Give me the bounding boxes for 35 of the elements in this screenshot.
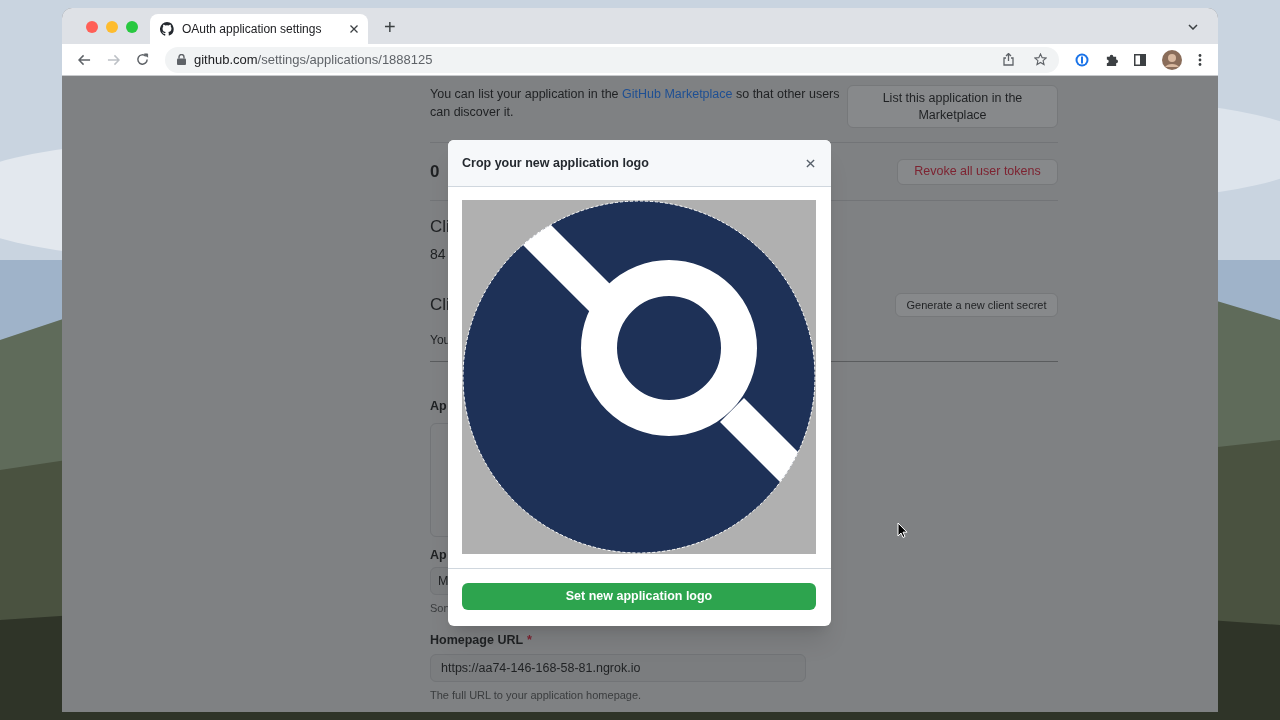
address-bar[interactable]: github.com/settings/applications/1888125: [165, 46, 1059, 73]
menu-icon[interactable]: [1198, 53, 1202, 66]
close-icon[interactable]: [806, 158, 815, 168]
homepage-hint: The full URL to your application homepage.: [430, 688, 643, 702]
name-label: Ap: [430, 547, 448, 563]
required-mark: *: [527, 632, 532, 648]
homepage-label: Homepage URL: [430, 632, 524, 648]
set-logo-button[interactable]: Set new application logo: [462, 583, 816, 610]
tab-search-icon[interactable]: [1188, 24, 1198, 30]
dialog-title: Crop your new application logo: [462, 154, 649, 172]
avatar-icon[interactable]: [1162, 49, 1182, 70]
tab-title: OAuth application settings: [182, 21, 323, 38]
homepage-url-field[interactable]: https://aa74-146-168-58-81.ngrok.io: [430, 654, 806, 682]
url-text: github.com/settings/applications/1888125: [194, 50, 433, 69]
new-tab-button[interactable]: +: [384, 16, 396, 38]
logo-label: Ap: [430, 398, 448, 414]
marketplace-description: You can list your application in the GitHub Marketplace so that other users can discover it.: [430, 86, 841, 121]
share-icon[interactable]: [1003, 53, 1014, 66]
extensions-icon[interactable]: [1105, 53, 1118, 66]
client-id-value: 84: [430, 245, 447, 263]
github-icon: [160, 22, 174, 36]
user-count-heading: 0: [430, 160, 440, 183]
crop-area[interactable]: [462, 200, 816, 554]
reload-icon[interactable]: [136, 53, 149, 66]
browser-tab[interactable]: OAuth application settings: [150, 14, 368, 44]
bookmark-star-icon[interactable]: [1034, 53, 1047, 66]
revoke-tokens-button[interactable]: Revoke all user tokens: [897, 158, 1058, 185]
lock-icon: [177, 54, 186, 65]
back-icon[interactable]: [78, 53, 91, 66]
cursor-icon: [897, 522, 908, 538]
close-tab-icon[interactable]: [350, 25, 358, 33]
generate-secret-button[interactable]: Generate a new client secret: [895, 293, 1058, 317]
list-in-marketplace-button[interactable]: List this application in the Marketplace: [847, 85, 1058, 128]
password-manager-icon[interactable]: [1075, 52, 1089, 67]
side-panel-icon[interactable]: [1134, 53, 1146, 66]
